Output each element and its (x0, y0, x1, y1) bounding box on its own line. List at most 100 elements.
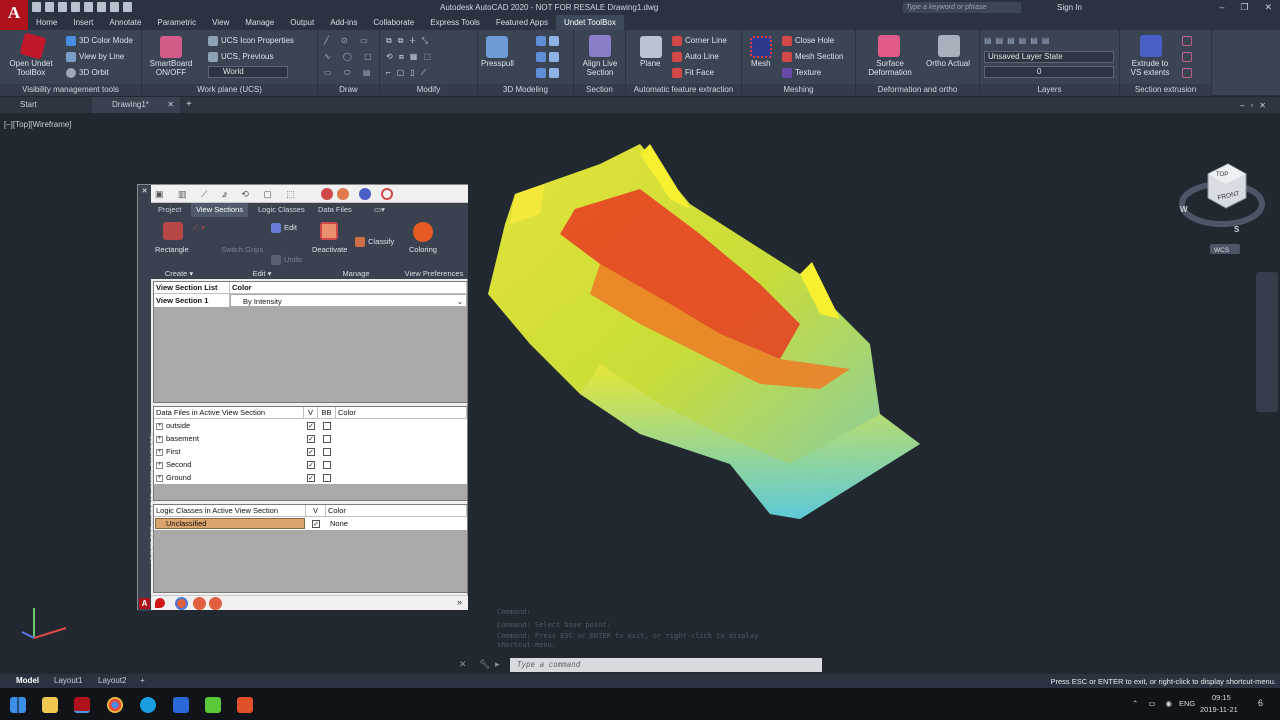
tab-view-sections[interactable]: View Sections (191, 203, 248, 217)
extrude-to-vs-button[interactable]: Extrude to VS extents (1126, 59, 1174, 77)
mesh-button[interactable]: Mesh (751, 59, 771, 68)
palette-side-bar[interactable]: ✕ UNDET FOR AUTOCAD (18078_CANFORD) A (138, 185, 157, 611)
layer-tools[interactable]: ▤▤▤▤▤▤ (984, 36, 1053, 45)
tab-undet-toolbox[interactable]: Undet ToolBox (555, 15, 624, 30)
ortho-actual-button[interactable]: Ortho Actual (926, 59, 970, 68)
compass-w-label[interactable]: W (1180, 205, 1188, 214)
ucs-world-select[interactable]: World (208, 66, 288, 78)
draw-tools[interactable]: ╱ ⊙ ▭ (324, 36, 373, 45)
app-menu-logo[interactable]: A (0, 0, 28, 30)
autocad-taskbar-icon[interactable] (74, 697, 90, 713)
panel-title-modify[interactable]: Modify (380, 84, 477, 96)
color-icon-2[interactable] (193, 597, 206, 610)
visible-checkbox[interactable]: ✓ (312, 520, 320, 529)
language-indicator[interactable]: ENG (1179, 699, 1195, 708)
viewport-window-controls[interactable]: –▫✕ (1240, 101, 1272, 110)
expand-icon[interactable]: + (156, 461, 163, 469)
restore-icon[interactable]: ❐ (1240, 2, 1248, 13)
extrusion-tool-1[interactable] (1182, 36, 1195, 46)
panel-title-feature-extraction[interactable]: Automatic feature extraction (626, 84, 741, 96)
visible-checkbox[interactable]: ✓ (307, 461, 315, 470)
table-row[interactable]: + basement ✓ (154, 432, 467, 445)
orbit-button[interactable]: 3D Orbit (66, 68, 109, 78)
auto-line-button[interactable]: Auto Line (672, 52, 719, 62)
surface-deformation-button[interactable]: Surface Deformation (862, 59, 918, 77)
redo-icon[interactable] (123, 2, 132, 12)
clock-time[interactable]: 09:15 (1212, 693, 1231, 702)
extrusion-tool-2[interactable] (1182, 52, 1195, 62)
print-icon[interactable] (97, 2, 106, 12)
open-file-icon[interactable] (45, 2, 54, 12)
file-explorer-icon[interactable] (42, 697, 58, 713)
table-row[interactable]: + Second ✓ (154, 458, 467, 471)
edit-button[interactable]: Edit (271, 223, 297, 234)
close-tab-icon[interactable]: ✕ (167, 97, 174, 113)
table-row[interactable]: + Ground ✓ (154, 471, 467, 484)
undo-icon[interactable] (110, 2, 119, 12)
group-edit[interactable]: Edit ▾ (237, 268, 287, 279)
web-icon[interactable] (84, 2, 93, 12)
smartboard-button[interactable]: SmartBoard ON/OFF (148, 59, 194, 77)
add-layout-icon[interactable]: + (140, 674, 145, 688)
extrusion-tool-3[interactable] (1182, 68, 1195, 78)
tab-annotate[interactable]: Annotate (101, 15, 149, 30)
recent-commands-icon[interactable]: ▸ (495, 659, 500, 670)
draw-tools-3[interactable]: ▭ ⬭ ▤ (324, 68, 375, 77)
modify-tools-2[interactable]: ⟲⧈▦⬚ (386, 52, 437, 61)
palette-close-icon[interactable]: ✕ (138, 187, 151, 195)
table-row[interactable]: + outside ✓ (154, 419, 467, 432)
tab-featured-apps[interactable]: Featured Apps (488, 15, 556, 30)
viewcube-top-label[interactable]: TOP (1216, 172, 1228, 178)
tab-output[interactable]: Output (282, 15, 322, 30)
modify-tools[interactable]: ⧉⧉✛⤡ (386, 36, 434, 45)
panel-title-visibility[interactable]: Visibility management tools (0, 84, 141, 96)
color-icon-1[interactable] (175, 597, 188, 610)
close-icon[interactable]: ✕ (1264, 2, 1272, 13)
record-icon[interactable] (321, 188, 333, 200)
tab-express-tools[interactable]: Express Tools (422, 15, 488, 30)
mesh-section-button[interactable]: Mesh Section (782, 52, 843, 62)
expand-icon[interactable]: + (156, 448, 163, 456)
chrome-icon[interactable] (107, 697, 123, 713)
pin-icon[interactable] (155, 598, 165, 608)
box-tools[interactable] (536, 36, 562, 46)
table-row[interactable]: + First ✓ (154, 445, 467, 458)
corner-line-button[interactable]: Corner Line (672, 36, 727, 46)
compass-s-label[interactable]: S (1234, 225, 1240, 234)
palette-toolbar-icons[interactable]: ▣ ▥ ⟋ ⦨ ⟲ ▢ ⬚ (155, 189, 301, 200)
expand-toolbar-icon[interactable]: » (457, 597, 462, 607)
draw-tools-2[interactable]: ∿ ◯ ▢ (324, 52, 377, 61)
clock-date[interactable]: 2019-11-21 (1200, 705, 1238, 714)
undo-button[interactable]: Undo (271, 255, 302, 266)
word-icon[interactable] (173, 697, 189, 713)
panel-title-deformation[interactable]: Deformation and ortho (856, 84, 979, 96)
tab-add-ins[interactable]: Add-ins (322, 15, 365, 30)
tab-manage[interactable]: Manage (237, 15, 282, 30)
current-layer-select[interactable]: 0 (984, 66, 1114, 78)
tray-icons[interactable]: ⌃ ▭ ◉ (1132, 699, 1176, 708)
tab-collaborate[interactable]: Collaborate (365, 15, 422, 30)
view-section-color-select[interactable]: By Intensity ⌄ (230, 294, 467, 307)
group-create[interactable]: Create ▾ (151, 268, 207, 279)
presspull-button[interactable]: Presspull (481, 59, 514, 68)
plane-button[interactable]: Plane (640, 59, 660, 68)
windows-start-icon[interactable] (10, 697, 26, 713)
new-file-icon[interactable] (32, 2, 41, 12)
align-live-section-button[interactable]: Align Live Section (580, 59, 620, 77)
color-mode-button[interactable]: 3D Color Mode (66, 36, 133, 46)
create-tools[interactable]: ⟋▾ (193, 223, 208, 232)
panel-title-work-plane[interactable]: Work plane (UCS) (142, 84, 317, 96)
tab-start[interactable]: Start (0, 97, 92, 113)
deactivate-button[interactable]: Deactivate (312, 245, 347, 254)
settings-icon[interactable] (337, 188, 349, 200)
tab-home[interactable]: Home (28, 15, 65, 30)
table-row[interactable]: Unclassified ✓ None (154, 517, 467, 530)
visible-checkbox[interactable]: ✓ (307, 435, 315, 444)
panel-title-layers[interactable]: Layers (980, 84, 1119, 96)
ucs-icon-properties-button[interactable]: UCS Icon Properties (208, 36, 294, 46)
bb-checkbox[interactable] (323, 448, 331, 457)
new-tab-icon[interactable]: + (182, 97, 192, 113)
expand-icon[interactable]: + (156, 435, 163, 443)
panel-title-section[interactable]: Section (574, 84, 625, 96)
fit-face-button[interactable]: Fit Face (672, 68, 714, 78)
